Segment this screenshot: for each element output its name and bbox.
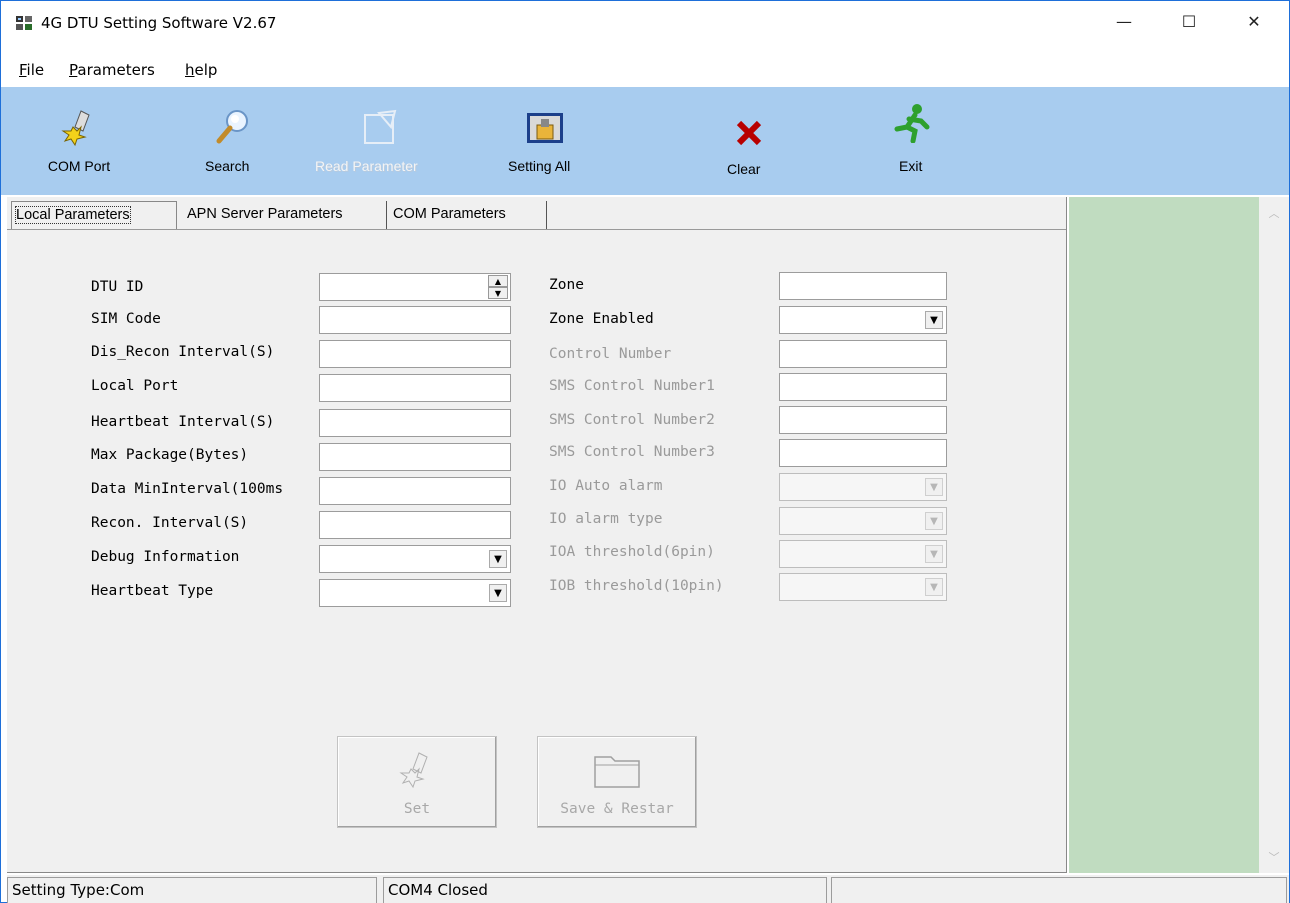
com-port-label: COM Port [47,158,111,174]
status-extra [831,877,1287,903]
search-icon [216,110,248,144]
sms-control-number3-input[interactable] [779,439,947,467]
log-scrollbar[interactable]: ︿ ﹀ [1259,197,1289,873]
read-parameter-button[interactable]: Read Parameter [313,87,453,195]
com-port-button[interactable]: COM Port [41,87,117,195]
chevron-down-icon[interactable]: ▼ [489,550,507,568]
dtu-id-spinner[interactable]: ▲ ▼ [319,273,511,301]
toolbar: COM Port Search Read Parameter Setting A… [1,87,1289,195]
dtu-id-spin-buttons[interactable]: ▲ ▼ [488,275,508,299]
scroll-up-icon[interactable]: ︿ [1259,203,1289,223]
menu-bar: File Parameters help [1,59,1289,85]
sms-control-number2-input[interactable] [779,406,947,434]
maximize-button[interactable]: ☐ [1166,1,1212,41]
chevron-down-icon[interactable]: ▼ [925,545,943,563]
minimize-button[interactable]: — [1101,1,1147,41]
folder-icon [594,756,640,788]
exit-label: Exit [899,158,923,174]
save-restart-button[interactable]: Save & Restar [537,736,697,828]
field-label-zone: Zone [549,277,584,293]
io-auto-alarm-select[interactable]: ▼ [779,473,947,501]
tab-local-parameters[interactable]: Local Parameters [11,201,177,229]
chevron-down-icon[interactable]: ▼ [925,478,943,496]
menu-file[interactable]: File [19,61,44,79]
heartbeat-type-select[interactable]: ▼ [319,579,511,607]
max-package-input[interactable] [319,443,511,471]
set-icon [399,752,428,789]
zone-enabled-select[interactable]: ▼ [779,306,947,334]
chevron-down-icon[interactable]: ▼ [925,512,943,530]
dis-recon-interval-input[interactable] [319,340,511,368]
setting-all-button[interactable]: Setting All [501,87,591,195]
chevron-down-icon[interactable]: ▼ [925,311,943,329]
field-label-zone-enabled: Zone Enabled [549,311,654,327]
exit-icon [894,104,930,143]
field-label-sms-control-number3: SMS Control Number3 [549,444,715,460]
set-label: Set [403,801,431,817]
com-port-icon [61,110,90,147]
search-button[interactable]: Search [195,87,271,195]
close-button[interactable]: ✕ [1231,1,1277,41]
recon-interval-input[interactable] [319,511,511,539]
scroll-down-icon[interactable]: ﹀ [1259,847,1289,867]
chevron-down-icon[interactable]: ▼ [925,578,943,596]
field-label-max-package: Max Package(Bytes) [91,447,249,463]
read-parameter-label: Read Parameter [315,158,418,174]
field-label-sms-control-number2: SMS Control Number2 [549,412,715,428]
read-parameter-icon [364,109,397,144]
ioa-threshold-select[interactable]: ▼ [779,540,947,568]
window-title: 4G DTU Setting Software V2.67 [41,14,277,32]
status-bar: Setting Type:Com COM4 Closed [7,875,1289,903]
set-button[interactable]: Set [337,736,497,828]
tab-area: Local Parameters APN Server Parameters C… [7,197,1067,873]
spin-up-icon[interactable]: ▲ [488,275,508,287]
menu-help[interactable]: help [185,61,217,79]
log-panel[interactable] [1069,197,1259,873]
field-label-io-auto-alarm: IO Auto alarm [549,478,663,494]
field-label-dis-recon-interval: Dis_Recon Interval(S) [91,344,275,360]
zone-input[interactable] [779,272,947,300]
iob-threshold-select[interactable]: ▼ [779,573,947,601]
app-window: 4G DTU Setting Software V2.67 — ☐ ✕ File… [0,0,1290,903]
field-label-debug-information: Debug Information [91,549,240,565]
field-label-recon-interval: Recon. Interval(S) [91,515,249,531]
tab-apn-server-parameters[interactable]: APN Server Parameters [183,201,387,229]
field-label-ioa-threshold: IOA threshold(6pin) [549,544,715,560]
field-label-iob-threshold: IOB threshold(10pin) [549,578,724,594]
field-label-sms-control-number1: SMS Control Number1 [549,378,715,394]
tab-com-parameters[interactable]: COM Parameters [389,201,547,229]
io-alarm-type-select[interactable]: ▼ [779,507,947,535]
app-icon [16,16,32,30]
field-label-io-alarm-type: IO alarm type [549,511,663,527]
field-label-control-number: Control Number [549,346,672,362]
spin-down-icon[interactable]: ▼ [488,287,508,299]
save-restart-label: Save & Restar [560,801,674,817]
field-label-local-port: Local Port [91,378,179,394]
search-label: Search [205,158,250,174]
debug-information-select[interactable]: ▼ [319,545,511,573]
data-min-interval-input[interactable] [319,477,511,505]
field-label-heartbeat-interval: Heartbeat Interval(S) [91,414,275,430]
status-setting-type: Setting Type:Com [7,877,377,903]
setting-all-icon [527,113,563,143]
field-label-heartbeat-type: Heartbeat Type [91,583,214,599]
field-label-dtu-id: DTU ID [91,279,144,295]
sim-code-input[interactable] [319,306,511,334]
clear-label: Clear [727,161,761,177]
heartbeat-interval-input[interactable] [319,409,511,437]
chevron-down-icon[interactable]: ▼ [489,584,507,602]
setting-all-label: Setting All [508,158,571,174]
menu-parameters[interactable]: Parameters [69,61,155,79]
field-label-sim-code: SIM Code [91,311,161,327]
exit-button[interactable]: Exit [889,87,937,195]
local-port-input[interactable] [319,374,511,402]
status-port-state: COM4 Closed [383,877,827,903]
local-parameters-panel: DTU ID SIM Code Dis_Recon Interval(S) Lo… [7,229,1066,872]
control-number-input[interactable] [779,340,947,368]
clear-icon [736,120,762,146]
clear-button[interactable]: Clear [723,87,775,195]
title-bar: 4G DTU Setting Software V2.67 — ☐ ✕ [1,1,1289,45]
sms-control-number1-input[interactable] [779,373,947,401]
field-label-data-min-interval: Data MinInterval(100ms [91,481,284,497]
